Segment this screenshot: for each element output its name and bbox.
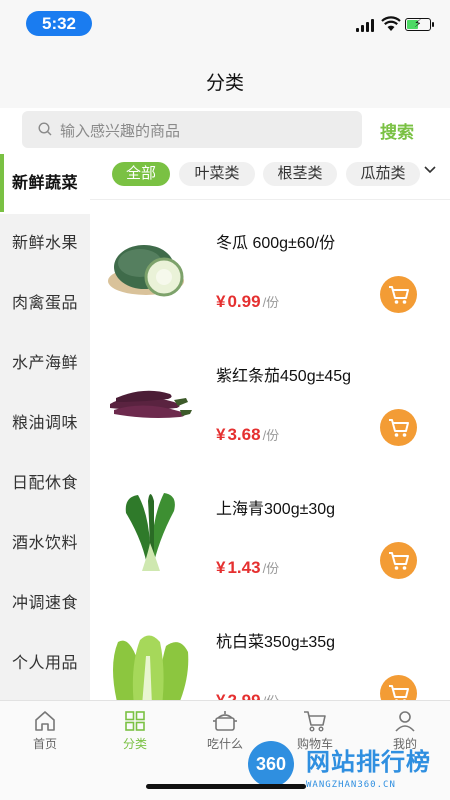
search-icon bbox=[38, 122, 52, 136]
currency-symbol: ¥ bbox=[216, 292, 226, 311]
page-title: 分类 bbox=[205, 73, 244, 94]
watermark-subtext: WANGZHAN360.CN bbox=[306, 780, 396, 790]
sidebar-item-seafood[interactable]: 水产海鲜 bbox=[0, 334, 90, 394]
currency-symbol: ¥ bbox=[216, 558, 226, 577]
product-card[interactable]: 上海青300g±30g ¥1.43/份 bbox=[90, 467, 450, 600]
cart-icon bbox=[389, 286, 409, 304]
chip-leafy[interactable]: 叶菜类 bbox=[179, 162, 255, 186]
winter-melon-icon bbox=[108, 245, 184, 297]
product-price: ¥0.99/份 bbox=[216, 292, 279, 312]
product-name: 冬瓜 600g±60/份 bbox=[216, 235, 336, 252]
status-time: 5:32 bbox=[26, 11, 92, 36]
cart-icon bbox=[389, 552, 409, 570]
currency-symbol: ¥ bbox=[216, 691, 225, 700]
add-to-cart-button[interactable] bbox=[380, 409, 417, 446]
tab-label: 分类 bbox=[122, 737, 147, 751]
product-name: 紫红条茄450g±45g bbox=[216, 368, 352, 385]
header: 分类 bbox=[0, 46, 450, 108]
status-bar: 5:32 ⚡ bbox=[0, 0, 450, 46]
product-card[interactable]: 冬瓜 600g±60/份 ¥0.99/份 bbox=[90, 201, 450, 334]
product-name: 杭白菜350g±35g bbox=[216, 634, 336, 651]
watermark-text: 网站排行榜 bbox=[306, 749, 431, 776]
home-icon bbox=[35, 711, 55, 731]
sidebar-item-grain-oil[interactable]: 粮油调味 bbox=[0, 394, 90, 454]
product-card[interactable]: 杭白菜350g±35g ¥2.99/份 bbox=[90, 600, 450, 700]
product-price: ¥2.99/份 bbox=[216, 691, 279, 700]
tab-category[interactable]: 分类 bbox=[90, 709, 180, 759]
eggplant-icon bbox=[110, 390, 192, 418]
cart-icon bbox=[389, 419, 409, 437]
cabbage-icon bbox=[113, 635, 189, 700]
bok-choy-icon bbox=[125, 493, 175, 571]
product-name: 上海青300g±30g bbox=[216, 501, 336, 518]
add-to-cart-button[interactable] bbox=[380, 276, 417, 313]
price-unit: /份 bbox=[262, 561, 280, 576]
sidebar-item-personal-care[interactable]: 个人用品 bbox=[0, 634, 90, 694]
chip-gourd[interactable]: 瓜茄类 bbox=[346, 162, 420, 186]
watermark-badge: 360 bbox=[248, 741, 294, 787]
search-placeholder: 输入感兴趣的商品 bbox=[60, 123, 181, 140]
chip-all[interactable]: 全部 bbox=[112, 162, 170, 186]
sidebar-item-fresh-fruit[interactable]: 新鲜水果 bbox=[0, 214, 90, 274]
home-indicator bbox=[146, 784, 306, 789]
subcategory-bar: 全部 叶菜类 根茎类 瓜茄类 bbox=[90, 154, 450, 200]
search-button[interactable]: 搜索 bbox=[380, 118, 414, 143]
battery-icon: ⚡ bbox=[405, 18, 434, 31]
currency-symbol: ¥ bbox=[216, 425, 226, 444]
watermark-logo: 360 网站排行榜 WANGZHAN360.CN bbox=[236, 738, 450, 800]
chip-root[interactable]: 根茎类 bbox=[263, 162, 337, 186]
category-sidebar: 新鲜蔬菜 新鲜水果 肉禽蛋品 水产海鲜 粮油调味 日配休食 酒水饮料 冲调速食 … bbox=[0, 154, 90, 700]
sidebar-item-drinks[interactable]: 酒水饮料 bbox=[0, 514, 90, 574]
product-card[interactable]: 紫红条茄450g±45g ¥3.68/份 bbox=[90, 334, 450, 467]
sidebar-item-fresh-vegetables[interactable]: 新鲜蔬菜 bbox=[0, 154, 90, 214]
price-value: 2.99 bbox=[227, 691, 260, 700]
profile-icon bbox=[395, 711, 415, 732]
tab-home[interactable]: 首页 bbox=[0, 709, 90, 759]
search-row: 输入感兴趣的商品 搜索 bbox=[0, 108, 450, 154]
sidebar-item-meat-eggs[interactable]: 肉禽蛋品 bbox=[0, 274, 90, 334]
wifi-icon bbox=[381, 16, 401, 31]
cart-icon bbox=[304, 711, 326, 732]
price-value: 1.43 bbox=[227, 558, 261, 577]
product-price: ¥3.68/份 bbox=[216, 425, 279, 445]
sidebar-item-daily-snacks[interactable]: 日配休食 bbox=[0, 454, 90, 514]
category-grid-icon bbox=[125, 711, 145, 731]
cart-icon bbox=[389, 685, 409, 700]
product-price: ¥1.43/份 bbox=[216, 558, 279, 578]
price-unit: /份 bbox=[262, 428, 280, 443]
product-list: 冬瓜 600g±60/份 ¥0.99/份 紫红条茄450g±45g ¥3.68/… bbox=[90, 201, 450, 700]
price-value: 3.68 bbox=[227, 425, 261, 444]
pot-icon bbox=[213, 711, 237, 731]
sidebar-item-instant-food[interactable]: 冲调速食 bbox=[0, 574, 90, 634]
cellular-signal-icon bbox=[356, 18, 376, 32]
add-to-cart-button[interactable] bbox=[380, 675, 417, 700]
price-value: 0.99 bbox=[227, 292, 261, 311]
search-input[interactable]: 输入感兴趣的商品 bbox=[22, 111, 362, 148]
tab-label: 首页 bbox=[32, 737, 57, 751]
price-unit: /份 bbox=[262, 295, 280, 310]
chevron-down-icon[interactable] bbox=[423, 163, 437, 177]
add-to-cart-button[interactable] bbox=[380, 542, 417, 579]
